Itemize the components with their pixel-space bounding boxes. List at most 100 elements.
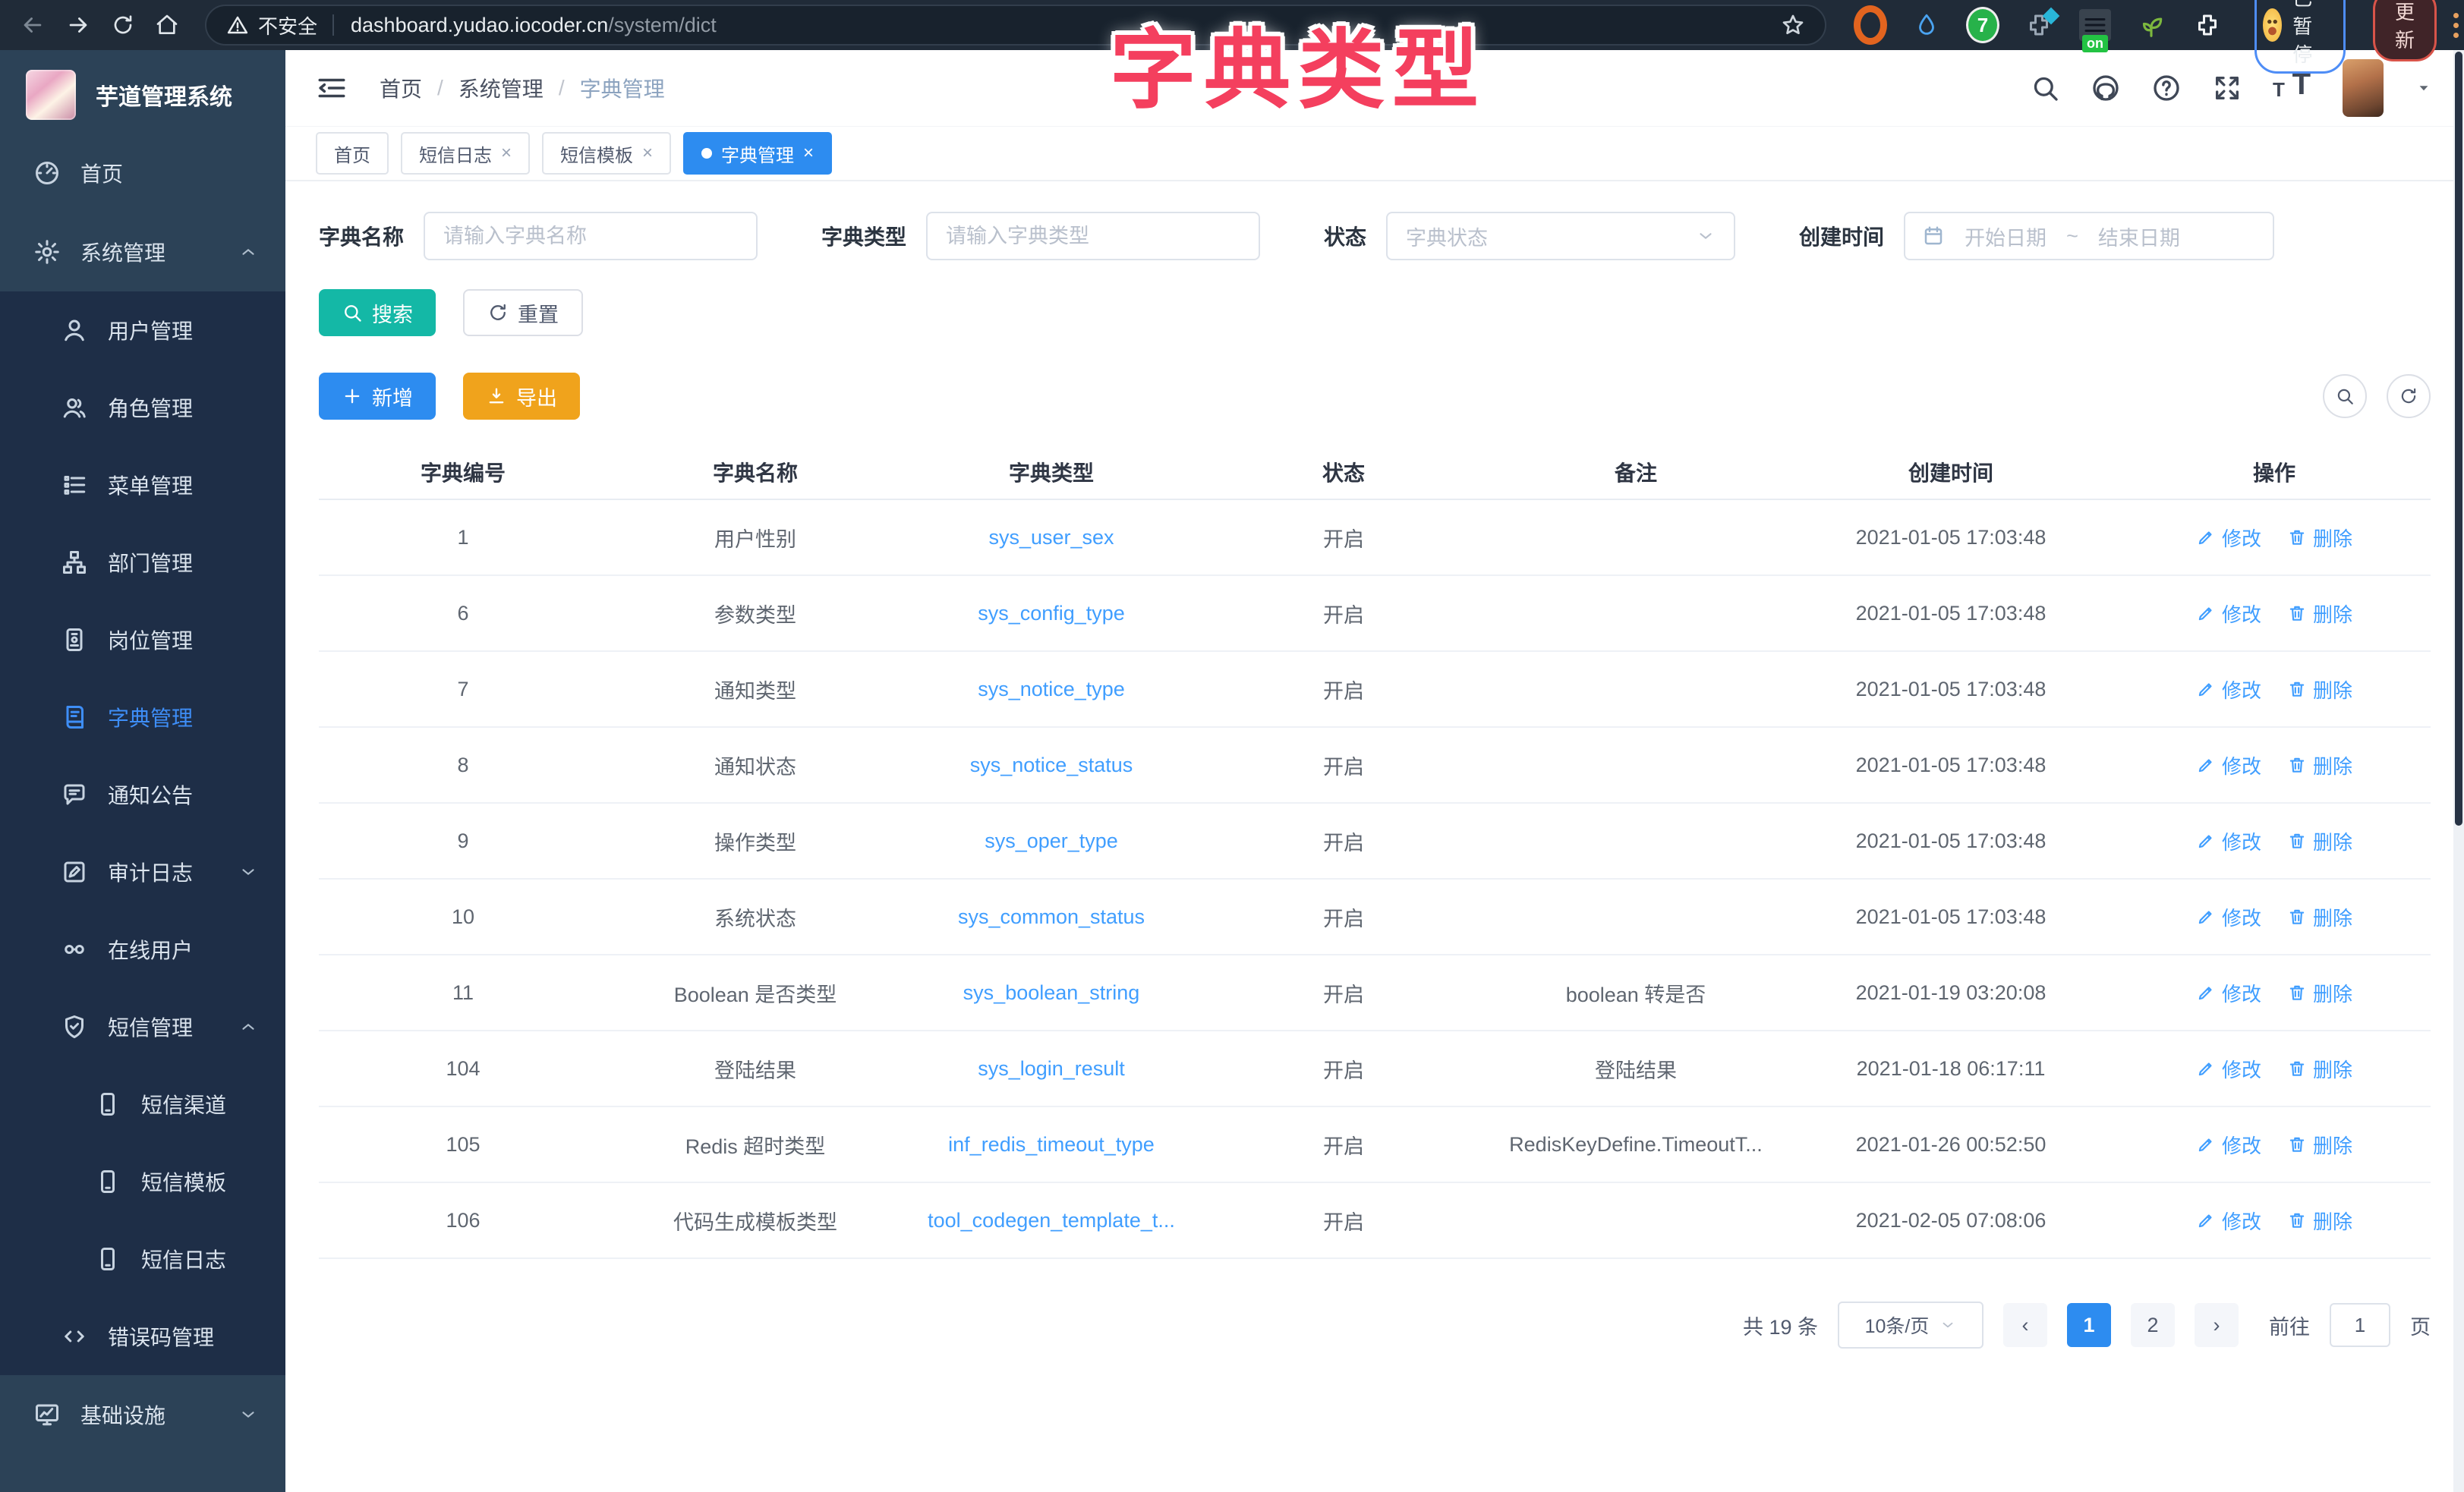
edit-link[interactable]: 修改 xyxy=(2196,524,2261,552)
tab-sms-log[interactable]: 短信日志 × xyxy=(401,132,530,175)
extension-icon-1[interactable] xyxy=(1854,8,1887,42)
reset-button[interactable]: 重置 xyxy=(463,289,583,336)
cell-type-link[interactable]: sys_common_status xyxy=(903,905,1199,929)
next-page-button[interactable]: › xyxy=(2195,1303,2239,1347)
close-icon[interactable]: × xyxy=(642,144,653,162)
cell-type-link[interactable]: tool_codegen_template_t... xyxy=(903,1209,1199,1232)
address-bar[interactable]: 不安全 dashboard.yudao.iocoder.cn /system/d… xyxy=(205,5,1826,46)
delete-link[interactable]: 删除 xyxy=(2287,827,2352,855)
user-avatar[interactable] xyxy=(2343,59,2384,117)
delete-link[interactable]: 删除 xyxy=(2287,600,2352,628)
page-size-select[interactable]: 10条/页 xyxy=(1838,1302,1983,1349)
cell-type-link[interactable]: sys_login_result xyxy=(903,1057,1199,1081)
app-brand[interactable]: 芋道管理系统 xyxy=(0,50,285,134)
breadcrumb-system[interactable]: 系统管理 xyxy=(458,73,544,103)
delete-link[interactable]: 删除 xyxy=(2287,1131,2352,1159)
export-button[interactable]: 导出 xyxy=(463,373,580,420)
delete-link[interactable]: 删除 xyxy=(2287,903,2352,931)
sidebar-item-menus[interactable]: 菜单管理 xyxy=(0,446,285,524)
github-icon[interactable] xyxy=(2091,73,2121,103)
search-icon xyxy=(2335,386,2355,406)
sidebar-item-system[interactable]: 系统管理 xyxy=(0,212,285,291)
sidebar-collapse-icon[interactable] xyxy=(316,72,348,104)
dict-type-input[interactable] xyxy=(926,212,1260,260)
sidebar-item-notice[interactable]: 通知公告 xyxy=(0,756,285,833)
search-icon[interactable] xyxy=(2030,73,2060,103)
add-button[interactable]: 新增 xyxy=(319,373,436,420)
date-range-picker[interactable]: 开始日期 ~ 结束日期 xyxy=(1904,212,2274,260)
browser-menu-icon[interactable] xyxy=(2453,13,2459,38)
paused-extension-pill[interactable]: 已暂停 xyxy=(2254,0,2346,74)
breadcrumb-home[interactable]: 首页 xyxy=(380,73,422,103)
caret-down-icon[interactable] xyxy=(2414,78,2434,98)
sidebar-item-error-code[interactable]: 错误码管理 xyxy=(0,1298,285,1375)
browser-update-button[interactable]: 更新 xyxy=(2373,0,2437,61)
edit-link[interactable]: 修改 xyxy=(2196,751,2261,779)
delete-link[interactable]: 删除 xyxy=(2287,979,2352,1007)
delete-link[interactable]: 删除 xyxy=(2287,675,2352,704)
status-select[interactable]: 字典状态 xyxy=(1386,212,1735,260)
sidebar-item-sms-template[interactable]: 短信模板 xyxy=(0,1143,285,1220)
fullscreen-icon[interactable] xyxy=(2212,73,2242,103)
edit-link[interactable]: 修改 xyxy=(2196,1131,2261,1159)
sidebar-item-online-users[interactable]: 在线用户 xyxy=(0,911,285,988)
edit-link[interactable]: 修改 xyxy=(2196,675,2261,704)
goto-page-input[interactable] xyxy=(2330,1303,2390,1347)
extension-icon-3[interactable]: 7 xyxy=(1966,8,1999,42)
edit-link[interactable]: 修改 xyxy=(2196,1055,2261,1083)
cell-type-link[interactable]: sys_oper_type xyxy=(903,829,1199,853)
extension-icon-6[interactable] xyxy=(2135,8,2168,42)
scrollbar-thumb[interactable] xyxy=(2455,52,2462,826)
extension-icon-2[interactable] xyxy=(1910,8,1943,42)
close-icon[interactable]: × xyxy=(803,144,814,162)
help-icon[interactable] xyxy=(2151,73,2182,103)
tab-dict-active[interactable]: 字典管理 × xyxy=(683,132,832,175)
extension-icon-7[interactable] xyxy=(2191,8,2224,42)
extension-icon-5[interactable]: on xyxy=(2078,8,2112,42)
prev-page-button[interactable]: ‹ xyxy=(2003,1303,2047,1347)
sidebar-item-sms-log[interactable]: 短信日志 xyxy=(0,1220,285,1298)
edit-link[interactable]: 修改 xyxy=(2196,600,2261,628)
sidebar-item-dict[interactable]: 字典管理 xyxy=(0,678,285,756)
refresh-table-button[interactable] xyxy=(2387,374,2431,418)
sidebar-item-infrastructure[interactable]: 基础设施 xyxy=(0,1375,285,1454)
sidebar-item-roles[interactable]: 角色管理 xyxy=(0,369,285,446)
sidebar-item-label: 岗位管理 xyxy=(108,625,193,655)
sidebar-item-sms[interactable]: 短信管理 xyxy=(0,988,285,1065)
browser-back-button[interactable] xyxy=(20,10,46,40)
delete-link[interactable]: 删除 xyxy=(2287,1055,2352,1083)
delete-link[interactable]: 删除 xyxy=(2287,751,2352,779)
sidebar-item-users[interactable]: 用户管理 xyxy=(0,291,285,369)
edit-link[interactable]: 修改 xyxy=(2196,903,2261,931)
sidebar-item-home[interactable]: 首页 xyxy=(0,134,285,212)
sidebar-item-posts[interactable]: 岗位管理 xyxy=(0,601,285,678)
cell-type-link[interactable]: sys_user_sex xyxy=(903,526,1199,549)
sidebar-item-sms-channel[interactable]: 短信渠道 xyxy=(0,1065,285,1143)
browser-forward-button[interactable] xyxy=(65,10,91,40)
cell-type-link[interactable]: sys_config_type xyxy=(903,602,1199,625)
browser-reload-button[interactable] xyxy=(111,10,135,40)
extension-icon-4[interactable] xyxy=(2022,8,2056,42)
tab-sms-template[interactable]: 短信模板 × xyxy=(542,132,671,175)
tab-home[interactable]: 首页 xyxy=(316,132,389,175)
bookmark-star-icon[interactable] xyxy=(1781,13,1805,37)
cell-type-link[interactable]: sys_boolean_string xyxy=(903,981,1199,1005)
toggle-search-button[interactable] xyxy=(2323,374,2367,418)
cell-type-link[interactable]: inf_redis_timeout_type xyxy=(903,1133,1199,1157)
cell-type-link[interactable]: sys_notice_status xyxy=(903,754,1199,777)
font-size-icon[interactable] xyxy=(2273,73,2312,103)
sidebar-item-audit-log[interactable]: 审计日志 xyxy=(0,833,285,911)
delete-link[interactable]: 删除 xyxy=(2287,524,2352,552)
page-button-1[interactable]: 1 xyxy=(2067,1303,2111,1347)
page-button-2[interactable]: 2 xyxy=(2131,1303,2175,1347)
delete-link[interactable]: 删除 xyxy=(2287,1207,2352,1235)
browser-home-button[interactable] xyxy=(155,10,179,40)
cell-type-link[interactable]: sys_notice_type xyxy=(903,678,1199,701)
search-button[interactable]: 搜索 xyxy=(319,289,436,336)
edit-link[interactable]: 修改 xyxy=(2196,1207,2261,1235)
dict-name-input[interactable] xyxy=(424,212,758,260)
sidebar-item-departments[interactable]: 部门管理 xyxy=(0,524,285,601)
edit-link[interactable]: 修改 xyxy=(2196,979,2261,1007)
close-icon[interactable]: × xyxy=(501,144,512,162)
edit-link[interactable]: 修改 xyxy=(2196,827,2261,855)
